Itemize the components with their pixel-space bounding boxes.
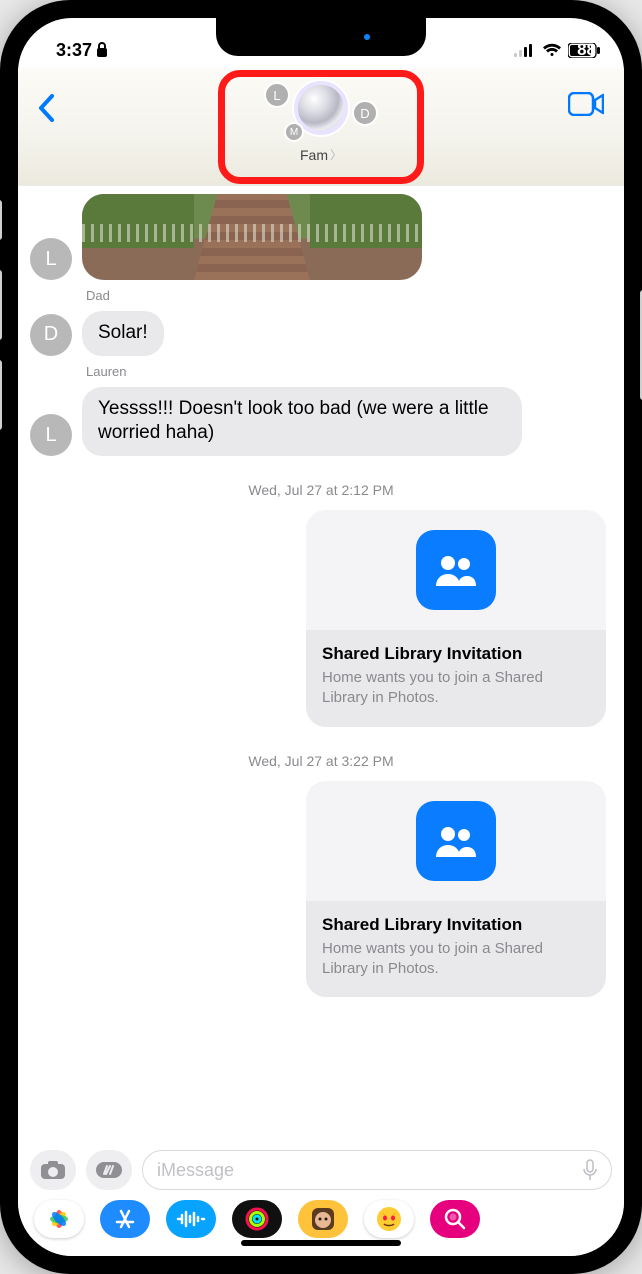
group-info-button[interactable]: L D M Fam 〉 xyxy=(92,74,550,163)
message-bubble[interactable]: Solar! xyxy=(82,311,164,356)
privacy-indicator-dot xyxy=(364,34,370,40)
app-store-icon[interactable] xyxy=(100,1200,150,1238)
app-hashtag-icon[interactable] xyxy=(430,1200,480,1238)
message-input[interactable]: iMessage xyxy=(142,1150,612,1190)
camera-button[interactable] xyxy=(30,1150,76,1190)
app-drawer-button[interactable] xyxy=(86,1150,132,1190)
card-subtitle: Home wants you to join a Shared Library … xyxy=(322,939,590,980)
member-avatar-d: D xyxy=(352,100,378,126)
message-row: D Solar! xyxy=(30,311,612,356)
dictation-icon[interactable] xyxy=(583,1159,597,1181)
battery-pct: 88 xyxy=(577,40,596,60)
card-title: Shared Library Invitation xyxy=(322,915,590,935)
message-thread[interactable]: L Dad D Solar! Lauren L Yessss!!! Doesn'… xyxy=(18,186,624,1140)
member-avatar-l: L xyxy=(264,82,290,108)
shared-library-icon xyxy=(416,530,496,610)
group-name-label: Fam xyxy=(300,147,328,163)
sender-name-label: Dad xyxy=(86,288,612,303)
message-row: L xyxy=(30,194,612,280)
sender-avatar[interactable]: L xyxy=(30,414,72,456)
app-animoji-icon[interactable] xyxy=(364,1200,414,1238)
sender-avatar[interactable]: L xyxy=(30,238,72,280)
wifi-icon xyxy=(542,43,562,57)
shared-library-icon xyxy=(416,801,496,881)
sender-name-label: Lauren xyxy=(86,364,612,379)
timestamp-label: Wed, Jul 27 at 2:12 PM xyxy=(30,482,612,498)
clock: 3:37 xyxy=(56,40,92,61)
card-title: Shared Library Invitation xyxy=(322,644,590,664)
app-fitness-icon[interactable] xyxy=(232,1200,282,1238)
rich-link-card[interactable]: Shared Library Invitation Home wants you… xyxy=(306,781,606,998)
sender-avatar[interactable]: D xyxy=(30,314,72,356)
chevron-right-icon: 〉 xyxy=(330,146,342,163)
notch xyxy=(216,18,426,56)
member-avatar-m: M xyxy=(284,122,304,142)
timestamp-label: Wed, Jul 27 at 3:22 PM xyxy=(30,753,612,769)
cellular-icon xyxy=(514,43,536,57)
image-attachment[interactable] xyxy=(82,194,422,280)
message-composer: iMessage xyxy=(18,1140,624,1256)
card-subtitle: Home wants you to join a Shared Library … xyxy=(322,668,590,709)
home-indicator[interactable] xyxy=(241,1240,401,1246)
group-avatar-cluster: L D M xyxy=(256,76,386,140)
app-audio-icon[interactable] xyxy=(166,1200,216,1238)
message-bubble[interactable]: Yessss!!! Doesn't look too bad (we were … xyxy=(82,387,522,456)
message-placeholder: iMessage xyxy=(157,1160,234,1181)
app-photos-icon[interactable] xyxy=(34,1200,84,1238)
facetime-button[interactable] xyxy=(568,74,610,121)
app-memoji-icon[interactable] xyxy=(298,1200,348,1238)
back-button[interactable] xyxy=(32,74,92,131)
app-strip[interactable] xyxy=(30,1200,612,1238)
conversation-header: L D M Fam 〉 xyxy=(18,68,624,186)
screen: 3:37 88 L D xyxy=(18,18,624,1256)
rich-link-card[interactable]: Shared Library Invitation Home wants you… xyxy=(306,510,606,727)
device-frame: 3:37 88 L D xyxy=(0,0,642,1274)
lock-icon xyxy=(96,42,108,58)
message-row: L Yessss!!! Doesn't look too bad (we wer… xyxy=(30,387,612,456)
